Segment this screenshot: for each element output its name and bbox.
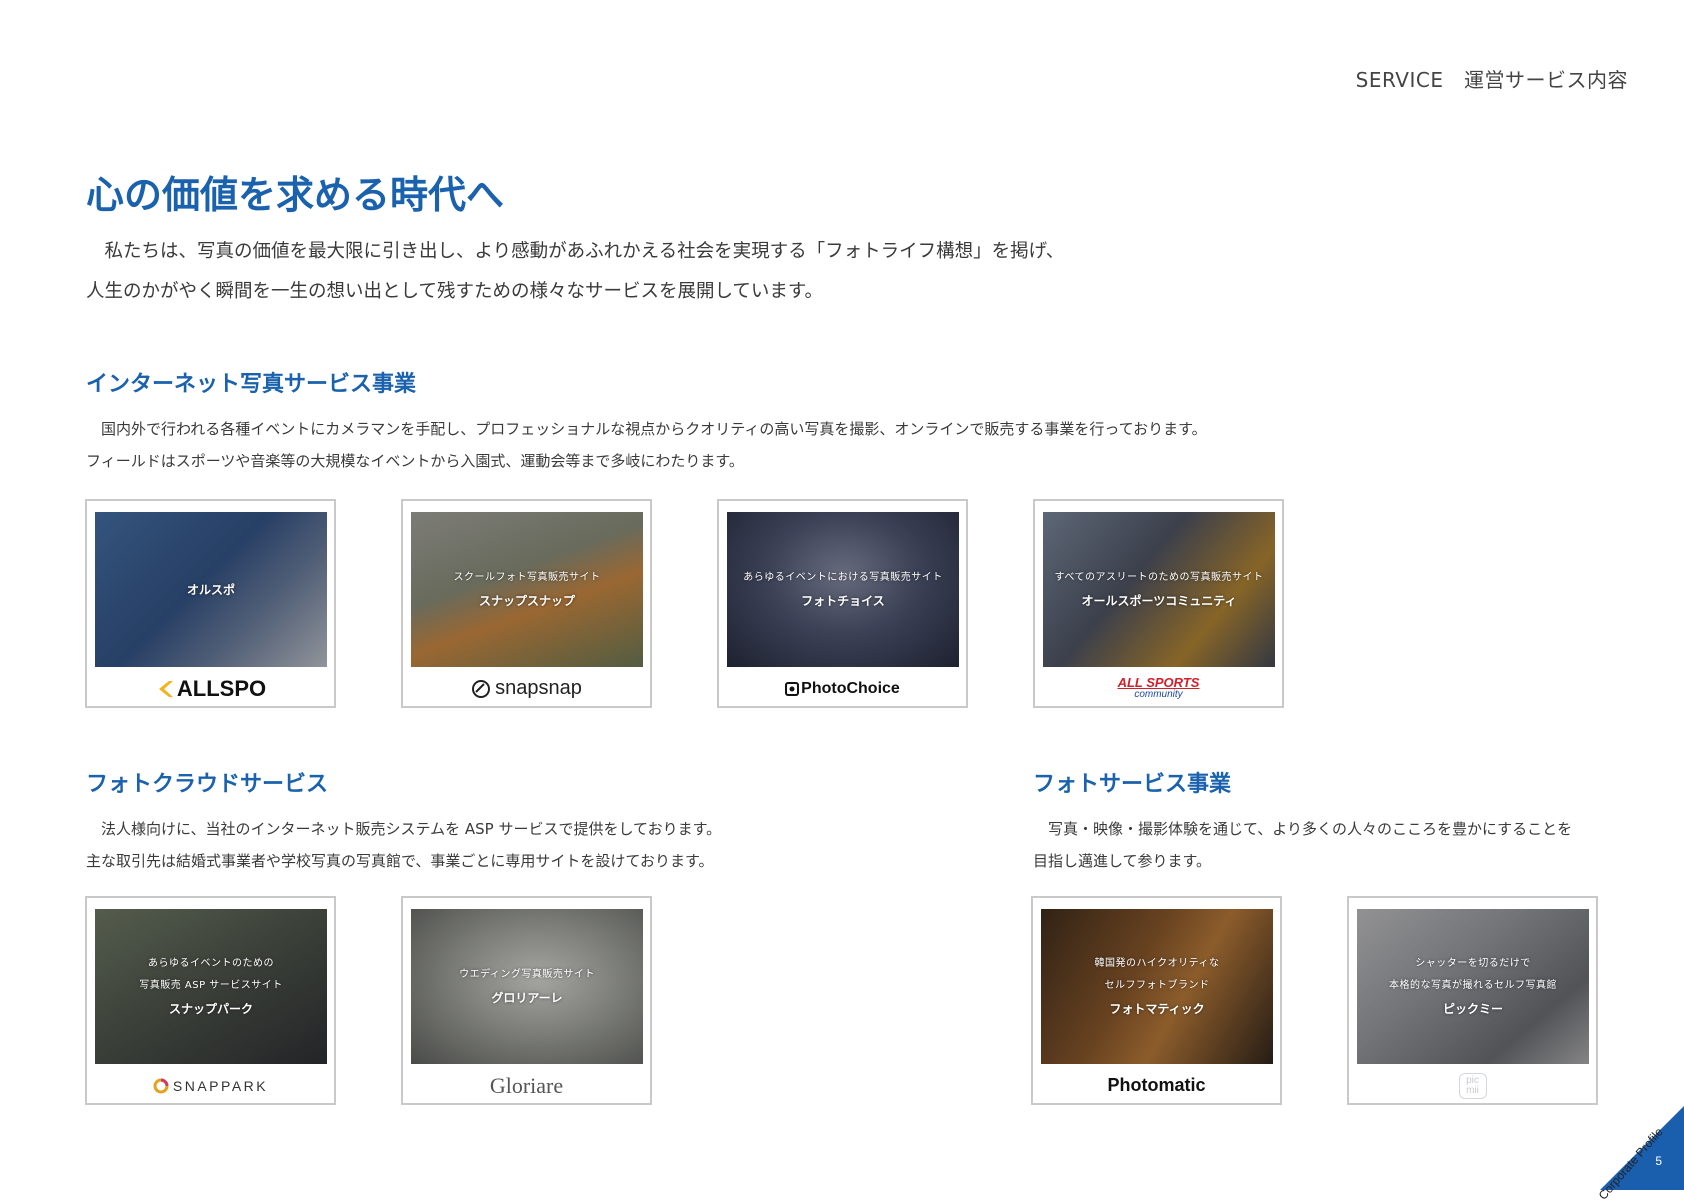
service-caption: スクールフォト写真販売サイト <box>453 571 601 583</box>
section-desc-photo: 写真・映像・撮影体験を通じて、より多くの人々のこころを豊かにすることを 目指し邁… <box>1033 813 1572 877</box>
section-desc-internet: 国内外で行われる各種イベントにカメラマンを手配し、プロフェッショナルな視点からク… <box>86 413 1207 477</box>
section-title-cloud: フォトクラウドサービス <box>86 772 329 797</box>
desc-line: 目指し邁進して参ります。 <box>1033 852 1212 870</box>
service-photo: ウエディング写真販売サイト グロリアーレ <box>411 909 643 1064</box>
service-caption: 写真販売 ASP サービスサイト <box>139 979 283 991</box>
service-photo: あらゆるイベントにおける写真販売サイト フォトチョイス <box>727 512 959 667</box>
intro-line-2: 人生のかがやく瞬間を一生の想い出として残すための様々なサービスを展開しています。 <box>86 281 824 302</box>
intro-text: 私たちは、写真の価値を最大限に引き出し、より感動があふれかえる社会を実現する「フ… <box>86 232 1064 312</box>
service-photo: すべてのアスリートのための写真販売サイト オールスポーツコミュニティ <box>1043 512 1275 667</box>
ring-logo-icon <box>153 1078 169 1093</box>
service-caption: 韓国発のハイクオリティな <box>1094 957 1220 969</box>
photomatic-logo-text: Photomatic <box>1107 1075 1206 1095</box>
service-name: フォトマティック <box>1109 1001 1205 1016</box>
snapsnap-logo: snapsnap <box>403 669 650 708</box>
allspo-mark-icon <box>158 680 173 697</box>
snappark-logo-text: SNAPPARK <box>172 1077 269 1094</box>
service-photo: シャッターを切るだけで 本格的な写真が撮れるセルフ写真館 ピックミー <box>1357 909 1589 1064</box>
service-name: オールスポーツコミュニティ <box>1081 593 1237 608</box>
service-name: ピックミー <box>1442 1001 1503 1016</box>
community-logo-text: community <box>1134 688 1183 700</box>
service-caption: セルフフォトブランド <box>1104 979 1210 991</box>
photo-frame-icon <box>785 681 800 696</box>
section-title-photo: フォトサービス事業 <box>1033 772 1232 797</box>
allsports-logo-text: ALL SPORTS <box>1117 674 1200 690</box>
service-caption: シャッターを切るだけで <box>1415 957 1531 969</box>
service-card-picmii[interactable]: シャッターを切るだけで 本格的な写真が撮れるセルフ写真館 ピックミー pic m… <box>1347 896 1598 1105</box>
snappark-logo: SNAPPARK <box>87 1066 334 1105</box>
desc-line: 主な取引先は結婚式事業者や学校写真の写真館で、事業ごとに専用サイトを設けておりま… <box>86 852 714 870</box>
service-name: スナップパーク <box>168 1001 253 1016</box>
service-caption: 本格的な写真が撮れるセルフ写真館 <box>1389 979 1557 991</box>
service-photo: スクールフォト写真販売サイト スナップスナップ <box>411 512 643 667</box>
service-photo: 韓国発のハイクオリティな セルフフォトブランド フォトマティック <box>1041 909 1273 1064</box>
service-name: フォトチョイス <box>801 593 885 608</box>
camera-circle-icon <box>472 679 491 698</box>
allspo-logo: ALLSPO <box>87 669 334 708</box>
service-name: オルスポ <box>186 582 235 597</box>
photochoice-logo-text: PhotoChoice <box>801 679 900 697</box>
section-desc-cloud: 法人様向けに、当社のインターネット販売システムを ASP サービスで提供をしてお… <box>86 813 721 877</box>
desc-line: フィールドはスポーツや音楽等の大規模なイベントから入園式、運動会等まで多岐にわた… <box>86 452 744 470</box>
service-card-snapsnap[interactable]: スクールフォト写真販売サイト スナップスナップ snapsnap <box>401 499 652 708</box>
picmii-logo: pic mii <box>1349 1066 1596 1105</box>
service-photo: オルスポ <box>95 512 327 667</box>
photochoice-logo: PhotoChoice <box>719 669 966 708</box>
snapsnap-logo-text: snapsnap <box>495 677 582 699</box>
service-card-gloriare[interactable]: ウエディング写真販売サイト グロリアーレ Gloriare <box>401 896 652 1105</box>
allsports-community-logo: ALL SPORTS community <box>1035 669 1282 708</box>
service-caption: あらゆるイベントのための <box>148 957 274 969</box>
service-name: スナップスナップ <box>478 593 575 608</box>
gloriare-logo-text: Gloriare <box>489 1072 564 1098</box>
service-card-photochoice[interactable]: あらゆるイベントにおける写真販売サイト フォトチョイス PhotoChoice <box>717 499 968 708</box>
gloriare-logo: Gloriare <box>403 1066 650 1105</box>
picmii-logo-text: pic mii <box>1458 1072 1487 1099</box>
service-card-snappark[interactable]: あらゆるイベントのための 写真販売 ASP サービスサイト スナップパーク SN… <box>85 896 336 1105</box>
service-name: グロリアーレ <box>491 990 563 1005</box>
page-number: 5 <box>1655 1154 1662 1168</box>
intro-line-1: 私たちは、写真の価値を最大限に引き出し、より感動があふれかえる社会を実現する「フ… <box>86 241 1065 262</box>
service-caption: すべてのアスリートのための写真販売サイト <box>1054 571 1264 583</box>
section-title-internet: インターネット写真サービス事業 <box>86 372 417 397</box>
allspo-logo-text: ALLSPO <box>176 675 267 701</box>
service-card-allsports-community[interactable]: すべてのアスリートのための写真販売サイト オールスポーツコミュニティ ALL S… <box>1033 499 1284 708</box>
service-card-allspo[interactable]: オルスポ ALLSPO <box>85 499 336 708</box>
photomatic-logo: Photomatic <box>1033 1066 1280 1105</box>
header-label: SERVICE 運営サービス内容 <box>1355 68 1628 92</box>
page-title: 心の価値を求める時代へ <box>86 173 505 217</box>
desc-line: 国内外で行われる各種イベントにカメラマンを手配し、プロフェッショナルな視点からク… <box>86 420 1207 438</box>
service-card-photomatic[interactable]: 韓国発のハイクオリティな セルフフォトブランド フォトマティック Photoma… <box>1031 896 1282 1105</box>
service-caption: あらゆるイベントにおける写真販売サイト <box>743 571 943 583</box>
service-photo: あらゆるイベントのための 写真販売 ASP サービスサイト スナップパーク <box>95 909 327 1064</box>
desc-line: 法人様向けに、当社のインターネット販売システムを ASP サービスで提供をしてお… <box>86 820 722 838</box>
service-caption: ウエディング写真販売サイト <box>459 968 595 980</box>
desc-line: 写真・映像・撮影体験を通じて、より多くの人々のこころを豊かにすることを <box>1033 820 1573 838</box>
